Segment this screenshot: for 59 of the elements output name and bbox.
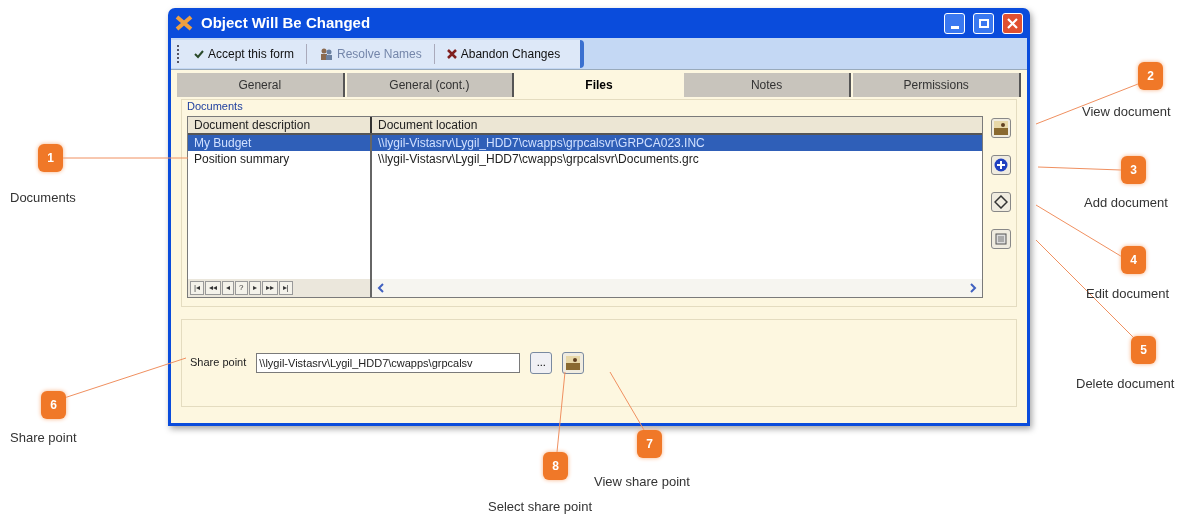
callout-badge: 7 (637, 430, 662, 458)
table-cell[interactable]: Position summary (188, 150, 370, 167)
callout-badge: 8 (543, 452, 568, 480)
tab[interactable]: Notes (683, 73, 852, 97)
close-button[interactable] (1002, 12, 1023, 34)
column-header[interactable]: Document description (188, 116, 372, 133)
close-icon (1007, 17, 1018, 29)
table-cell[interactable]: \\lygil-Vistasrv\Lygil_HDD7\cwapps\grpcalsvr\Documents.grc (372, 150, 982, 167)
browse-button[interactable]: ... (530, 351, 553, 374)
horizontal-scrollbar[interactable] (372, 278, 982, 297)
navigation-button[interactable]: ◂ (222, 280, 235, 295)
callout-badge: 2 (1138, 62, 1163, 90)
callout-label: Select share point (488, 498, 593, 516)
picture-icon (994, 120, 1008, 135)
document-icon (995, 232, 1007, 245)
callout-label: Share point (10, 429, 77, 447)
navigation-button[interactable]: ◂◂ (205, 280, 222, 295)
app-icon (175, 15, 193, 31)
group-title: Documents (187, 99, 244, 114)
navigation-button[interactable]: ? (235, 280, 248, 295)
navigation-button[interactable]: |◂ (190, 280, 205, 295)
navigation-button[interactable]: ▸ (248, 280, 261, 295)
navigation-button[interactable]: ▸▸ (261, 280, 278, 295)
cross-icon (446, 48, 457, 59)
delete-document-button[interactable] (991, 228, 1011, 249)
picture-icon (566, 355, 581, 370)
add-document-button[interactable] (991, 154, 1011, 175)
callout-badge: 4 (1121, 246, 1146, 274)
callout-label: View document (1082, 103, 1171, 121)
plus-icon (994, 157, 1008, 172)
callout-label: Edit document (1086, 285, 1170, 303)
tab[interactable]: General (cont.) (346, 73, 515, 97)
callout-label: Add document (1084, 194, 1168, 212)
callout-label: View share point (594, 473, 690, 491)
leader-line (609, 371, 645, 431)
diamond-icon (994, 194, 1008, 209)
navigation-button[interactable]: ▸| (278, 280, 293, 295)
window-title: Object Will Be Changed (201, 12, 371, 33)
callout-badge: 6 (41, 391, 66, 419)
tab[interactable]: General (177, 73, 345, 97)
share-point-field[interactable]: \\lygil-Vistasrv\Lygil_HDD7\cwapps\grpcalsv (256, 352, 521, 373)
checkmark-icon (194, 48, 204, 59)
toolbar-grip[interactable] (177, 44, 180, 63)
callout-label: Delete document (1076, 375, 1175, 393)
maximize-button[interactable] (973, 12, 994, 34)
callout-label: Documents (10, 189, 76, 207)
edit-document-button[interactable] (991, 191, 1011, 212)
minimize-button[interactable] (944, 12, 965, 34)
callout-badge: 3 (1121, 156, 1146, 184)
people-icon (319, 46, 334, 61)
view-document-button[interactable] (991, 117, 1011, 138)
view-share-point-button[interactable] (562, 351, 585, 374)
tab[interactable]: Permissions (853, 73, 1021, 97)
column-header[interactable]: Document location (372, 116, 982, 133)
callout-badge: 1 (38, 144, 63, 172)
callout-badge: 5 (1131, 336, 1156, 364)
toolbar-button[interactable]: Accept this form (186, 41, 303, 66)
toolbar-button[interactable]: Abandon Changes (438, 41, 569, 66)
field-label: Share point (190, 355, 247, 371)
